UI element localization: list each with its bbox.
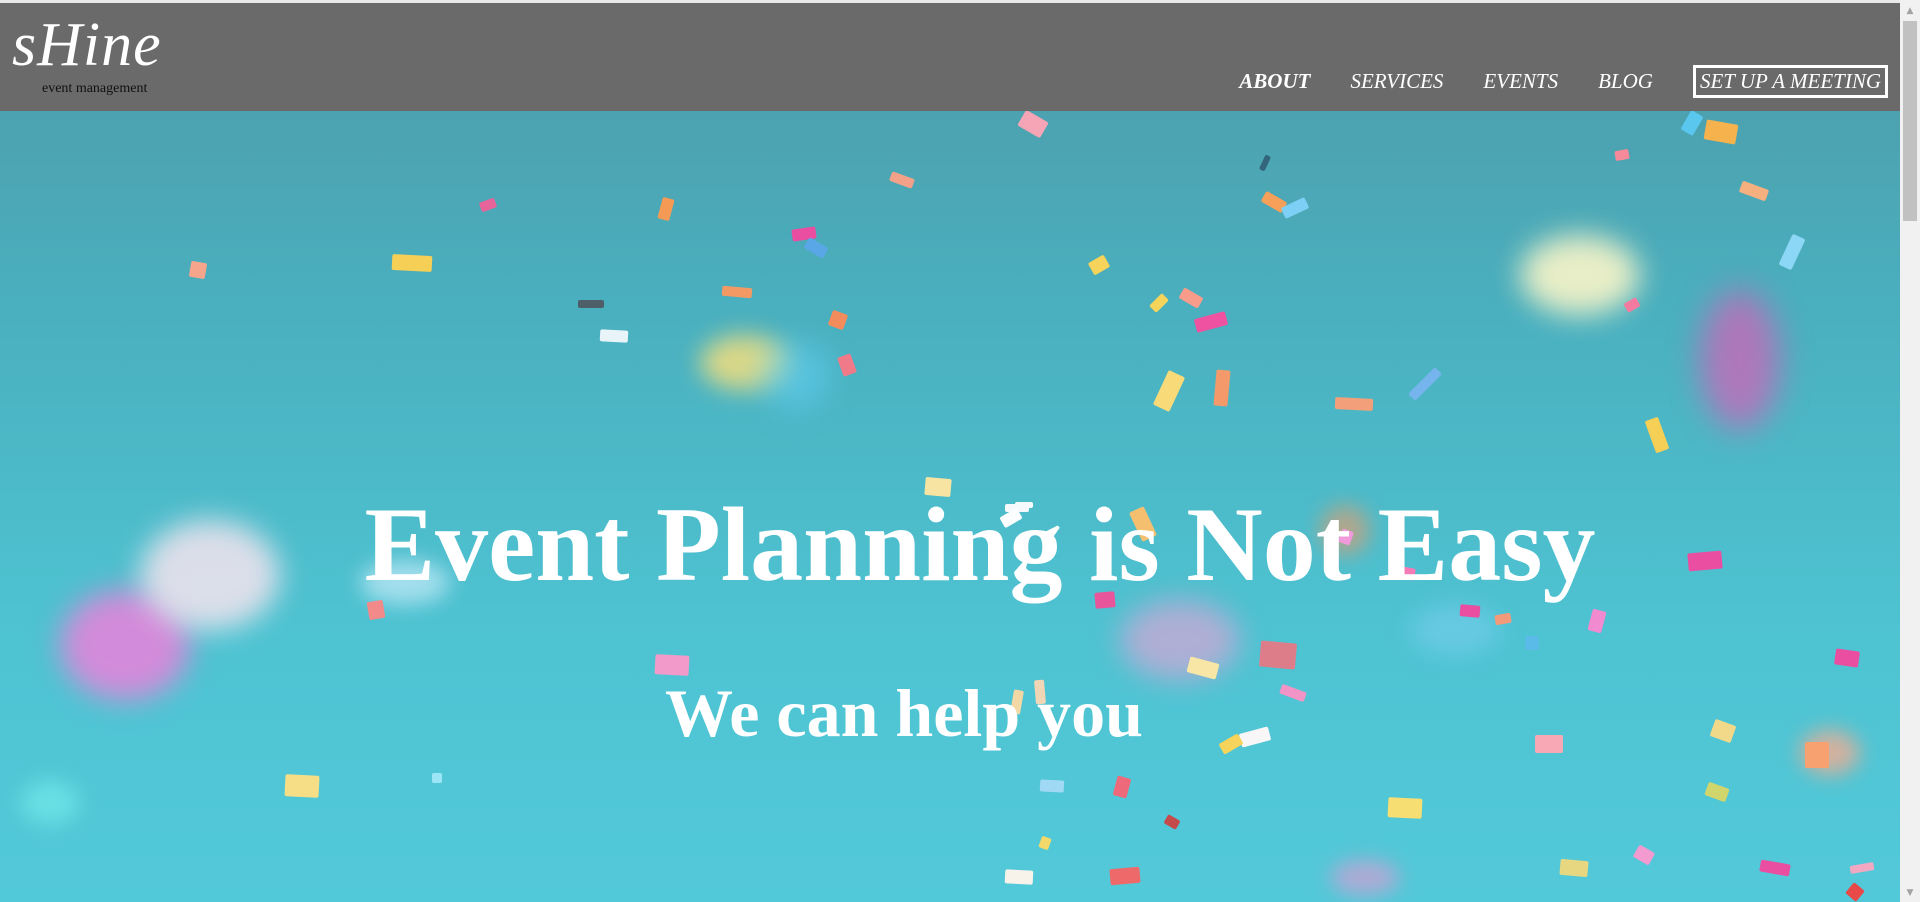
main-nav: ABOUT SERVICES EVENTS BLOG SET UP A MEET… bbox=[1199, 65, 1888, 98]
nav-link-events[interactable]: EVENTS bbox=[1483, 69, 1558, 94]
scrollbar-thumb[interactable] bbox=[1903, 21, 1917, 221]
scroll-down-arrow-icon[interactable]: ▼ bbox=[1900, 884, 1920, 902]
nav-link-blog[interactable]: BLOG bbox=[1598, 69, 1653, 94]
nav-link-services[interactable]: SERVICES bbox=[1350, 69, 1443, 94]
page-scrollbar[interactable]: ▲ ▼ bbox=[1900, 0, 1920, 902]
page-viewport: sHine event management ABOUT SERVICES EV… bbox=[0, 0, 1920, 902]
set-up-meeting-button[interactable]: SET UP A MEETING bbox=[1692, 65, 1888, 98]
brand-logo[interactable]: sHine event management bbox=[12, 9, 162, 96]
brand-tagline: event management bbox=[42, 81, 148, 96]
hero-background-image bbox=[0, 0, 1900, 902]
hero-subheadline: We can help you bbox=[665, 675, 1143, 751]
brand-name: sHine bbox=[12, 11, 162, 79]
hero-headline: Event Planning is Not Easy bbox=[364, 486, 1596, 603]
nav-link-about[interactable]: ABOUT bbox=[1239, 69, 1310, 94]
scroll-up-arrow-icon[interactable]: ▲ bbox=[1900, 2, 1920, 20]
top-navbar: sHine event management ABOUT SERVICES EV… bbox=[0, 0, 1900, 111]
